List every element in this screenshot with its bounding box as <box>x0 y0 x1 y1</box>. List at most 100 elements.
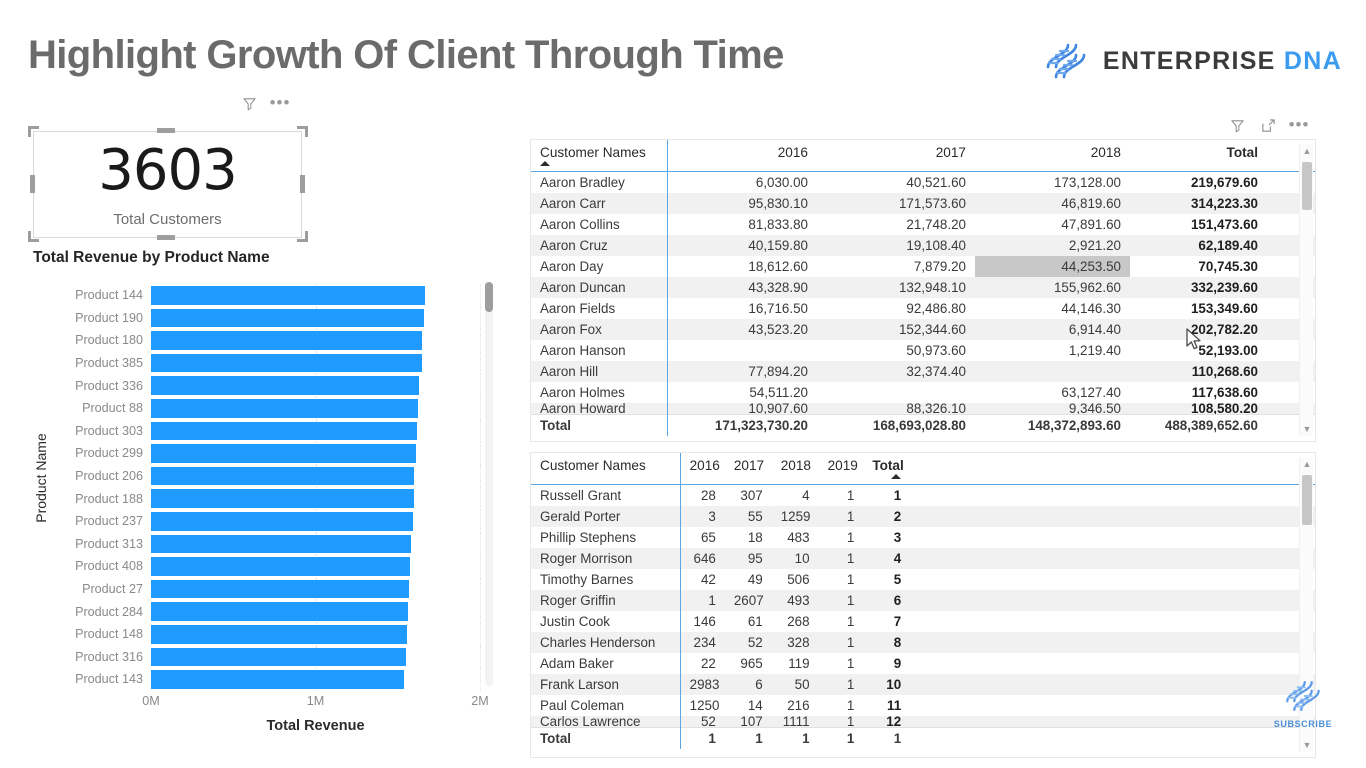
matrix-row[interactable]: Aaron Howard 10,907.60 88,326.10 9,346.50 10… <box>531 403 1315 415</box>
matrix-cell[interactable]: 965 <box>725 653 772 674</box>
matrix-row[interactable]: Carlos Lawrence 52 107 1111 1 12 <box>531 716 1315 728</box>
bar-chart-row[interactable]: Product 88 <box>43 396 481 420</box>
matrix-cell[interactable]: 2607 <box>724 590 772 611</box>
selection-handle-bottom-center[interactable] <box>157 235 175 240</box>
matrix-cell[interactable]: 3 <box>863 527 910 548</box>
bar-fill[interactable] <box>151 331 423 350</box>
matrix-cell[interactable]: 50 <box>771 674 819 695</box>
selection-handle-right-center[interactable] <box>300 175 305 193</box>
matrix-cell[interactable]: 1 <box>863 485 910 507</box>
matrix-cell[interactable]: 1250 <box>679 695 725 716</box>
matrix-cell[interactable]: 1 <box>819 695 864 716</box>
bar-fill[interactable] <box>151 511 413 531</box>
matrix-row[interactable]: Aaron Hill 77,894.20 32,374.40 110,268.60 <box>531 361 1315 382</box>
matrix-cell[interactable]: 32,374.40 <box>817 361 975 382</box>
matrix-row[interactable]: Justin Cook 146 61 268 1 7 <box>531 611 1315 632</box>
matrix-row-name[interactable]: Timothy Barnes <box>531 569 680 590</box>
matrix-cell[interactable]: 155,962.60 <box>975 277 1130 298</box>
matrix-row[interactable]: Paul Coleman 1250 14 216 1 11 <box>531 695 1315 716</box>
matrix-cell[interactable]: 493 <box>771 590 819 611</box>
bar-chart-row[interactable]: Product 316 <box>43 645 481 669</box>
matrix-cell[interactable]: 1259 <box>771 506 819 527</box>
matrix-cell[interactable]: 5 <box>863 569 910 590</box>
matrix-cell[interactable]: 49 <box>725 569 772 590</box>
bar-chart-row[interactable]: Product 188 <box>43 487 481 510</box>
matrix-row[interactable]: Aaron Carr 95,830.10 171,573.60 46,819.60 31… <box>531 193 1315 214</box>
matrix-row[interactable]: Adam Baker 22 965 119 1 9 <box>531 653 1315 674</box>
matrix-row-name[interactable]: Gerald Porter <box>531 506 681 527</box>
bar-fill[interactable] <box>151 466 415 486</box>
matrix-cell[interactable]: 88,326.10 <box>817 403 975 415</box>
bar-chart-row[interactable]: Product 299 <box>43 442 481 465</box>
matrix-row[interactable]: Aaron Collins 81,833.80 21,748.20 47,891.60… <box>531 214 1315 235</box>
matrix-cell[interactable] <box>817 382 975 403</box>
matrix-bottom-table[interactable]: Customer Names 2016 2017 2018 2019 Total Russ… <box>531 453 1315 749</box>
selection-handle-bottom-right[interactable] <box>297 231 308 242</box>
matrix-column-header[interactable]: 2018 <box>975 140 1130 172</box>
matrix-top-scrollbar[interactable]: ▲ ▼ <box>1299 144 1313 436</box>
matrix-bottom-ranking-by-year[interactable]: Customer Names 2016 2017 2018 2019 Total Russ… <box>530 452 1316 758</box>
matrix-row-name[interactable]: Frank Larson <box>531 674 681 695</box>
matrix-row[interactable]: Russell Grant 28 307 4 1 1 <box>531 484 1315 507</box>
matrix-row-name[interactable]: Aaron Howard <box>531 403 667 415</box>
bar-fill[interactable] <box>151 602 408 621</box>
matrix-cell[interactable] <box>975 361 1130 382</box>
matrix-cell[interactable]: 108,580.20 <box>1130 403 1267 415</box>
selection-handle-left-center[interactable] <box>30 175 35 193</box>
matrix-row[interactable]: Roger Morrison 646 95 10 1 4 <box>531 548 1315 569</box>
bar-fill[interactable] <box>151 308 424 328</box>
bar-fill[interactable] <box>151 421 418 441</box>
matrix-row-name[interactable]: Carlos Lawrence <box>531 716 681 728</box>
matrix-cell[interactable]: 44,253.50 <box>975 256 1130 277</box>
matrix-row-name[interactable]: Phillip Stephens <box>531 527 680 548</box>
matrix-top-body[interactable]: Aaron Bradley 6,030.00 40,521.60 173,128.00… <box>531 171 1315 436</box>
selection-handle-bottom-left[interactable] <box>28 231 39 242</box>
matrix-cell[interactable]: 110,268.60 <box>1130 361 1267 382</box>
bar-chart-row[interactable]: Product 143 <box>43 668 481 691</box>
matrix-cell[interactable]: 1 <box>818 590 864 611</box>
matrix-cell[interactable]: 1 <box>819 485 864 507</box>
matrix-cell[interactable]: 6 <box>863 590 911 611</box>
matrix-cell[interactable]: 9 <box>863 653 910 674</box>
matrix-cell[interactable]: 47,891.60 <box>975 214 1130 235</box>
matrix-row[interactable]: Roger Griffin 1 2607 493 1 6 <box>531 590 1315 611</box>
matrix-cell[interactable]: 52 <box>679 716 725 728</box>
bar-chart-scrollbar[interactable] <box>485 282 493 686</box>
matrix-row[interactable]: Aaron Duncan 43,328.90 132,948.10 155,962.6… <box>531 277 1315 298</box>
matrix-cell[interactable]: 1 <box>819 653 864 674</box>
matrix-cell[interactable]: 77,894.20 <box>666 361 817 382</box>
matrix-column-header[interactable]: 2017 <box>724 453 772 485</box>
matrix-cell[interactable]: 4 <box>863 548 911 569</box>
matrix-cell[interactable]: 95,830.10 <box>666 193 817 214</box>
matrix-row[interactable]: Aaron Cruz 40,159.80 19,108.40 2,921.20 62,1… <box>531 235 1315 256</box>
matrix-column-header[interactable]: 2018 <box>771 453 819 485</box>
bar-chart-row[interactable]: Product 206 <box>43 464 481 488</box>
bar-chart-row[interactable]: Product 284 <box>43 600 481 623</box>
bar-fill[interactable] <box>151 579 409 599</box>
bar-chart-visual[interactable]: Product Name Product 144 Product 190 Produ… <box>25 278 493 738</box>
selection-handle-top-left[interactable] <box>28 126 39 137</box>
matrix-cell[interactable]: 21,748.20 <box>817 214 975 235</box>
matrix-cell[interactable]: 234 <box>679 632 725 653</box>
matrix-cell[interactable]: 216 <box>772 695 819 716</box>
matrix-row-name[interactable]: Aaron Cruz <box>531 235 667 256</box>
bar-fill[interactable] <box>151 376 420 395</box>
bar-fill[interactable] <box>151 624 408 644</box>
matrix-row-name[interactable]: Russell Grant <box>531 485 680 507</box>
matrix-cell[interactable]: 40,521.60 <box>817 172 975 194</box>
matrix-cell[interactable]: 1 <box>679 590 725 611</box>
matrix-cell[interactable]: 19,108.40 <box>817 235 975 256</box>
matrix-cell[interactable]: 1 <box>818 674 864 695</box>
matrix-row-name[interactable]: Adam Baker <box>531 653 680 674</box>
bar-chart-row[interactable]: Product 336 <box>43 374 481 397</box>
matrix-cell[interactable]: 40,159.80 <box>666 235 817 256</box>
matrix-cell[interactable]: 7 <box>863 611 910 632</box>
matrix-top-scrollbar-thumb[interactable] <box>1302 162 1312 210</box>
matrix-cell[interactable]: 50,973.60 <box>817 340 975 361</box>
matrix-column-header[interactable]: 2019 <box>818 453 864 485</box>
matrix-cell[interactable]: 2 <box>863 506 911 527</box>
bar-chart-row[interactable]: Product 313 <box>43 532 481 556</box>
matrix-row-name[interactable]: Paul Coleman <box>531 695 680 716</box>
matrix-row-name[interactable]: Aaron Duncan <box>531 277 667 298</box>
bar-fill[interactable] <box>151 647 407 667</box>
